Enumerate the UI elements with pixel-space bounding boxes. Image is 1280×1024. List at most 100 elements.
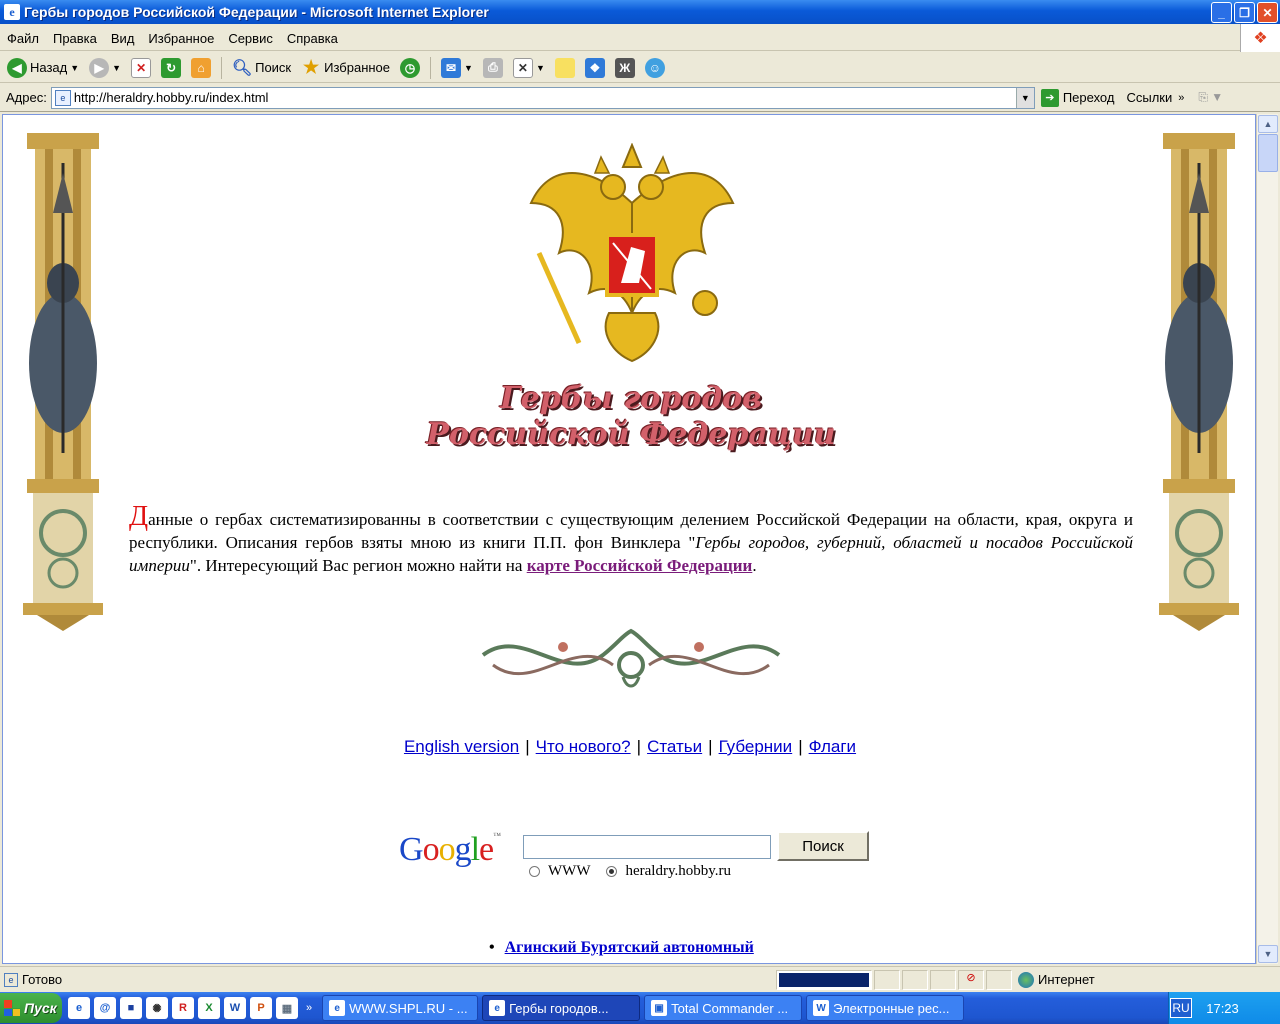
- save-quicklaunch-icon[interactable]: ■: [120, 997, 142, 1019]
- refresh-button[interactable]: ↻: [158, 55, 184, 81]
- messenger-icon: ☺: [644, 57, 665, 78]
- start-button[interactable]: Пуск: [0, 993, 62, 1023]
- search-button[interactable]: 🔍︎ Поиск: [229, 55, 294, 81]
- google-logo: Google™: [399, 831, 501, 868]
- vertical-scrollbar[interactable]: ▲ ▼: [1256, 114, 1278, 964]
- gear-quicklaunch-icon[interactable]: ✺: [146, 997, 168, 1019]
- menu-file[interactable]: Файл: [0, 31, 46, 46]
- menu-help[interactable]: Справка: [280, 31, 345, 46]
- menu-edit[interactable]: Правка: [46, 31, 104, 46]
- google-search-input[interactable]: [523, 835, 771, 859]
- radio-www[interactable]: [529, 866, 540, 877]
- link-provinces[interactable]: Губернии: [719, 737, 793, 756]
- radio-site[interactable]: [606, 866, 618, 877]
- page-icon: e: [54, 89, 71, 106]
- ie-quicklaunch-icon[interactable]: e: [68, 997, 90, 1019]
- research-button[interactable]: ❖: [582, 55, 608, 81]
- link-whats-new[interactable]: Что нового?: [536, 737, 631, 756]
- mail-icon: ✉: [441, 57, 462, 78]
- task-electronic-resources[interactable]: W Электронные рес...: [806, 995, 965, 1021]
- back-button[interactable]: ◀ Назад ▼: [4, 55, 82, 81]
- minimize-button[interactable]: _: [1211, 2, 1232, 23]
- right-column-ornament: [1153, 133, 1245, 631]
- intro-text-2: ". Интересующий Вас регион можно найти н…: [189, 556, 527, 575]
- powerpoint-quicklaunch-icon[interactable]: P: [250, 997, 272, 1019]
- page-viewport: Гербы городов Российской Федерации Данны…: [2, 114, 1256, 964]
- word-quicklaunch-icon[interactable]: W: [224, 997, 246, 1019]
- region-link[interactable]: Агинский Бурятский автономный: [505, 939, 754, 956]
- printer-icon: ⎙: [482, 57, 503, 78]
- scroll-thumb[interactable]: [1258, 134, 1278, 172]
- maximize-button[interactable]: ❐: [1234, 2, 1255, 23]
- mail-button[interactable]: ✉ ▼: [438, 55, 476, 81]
- forward-button[interactable]: ▶ ▼: [86, 55, 124, 81]
- heading-line-2: Российской Федерации: [426, 417, 836, 452]
- divider-ornament: [473, 625, 789, 699]
- stop-button[interactable]: ✕: [128, 55, 154, 81]
- menu-favorites[interactable]: Избранное: [141, 31, 221, 46]
- history-icon: ◷: [400, 57, 421, 78]
- edit-icon: ✕: [512, 57, 533, 78]
- status-panel: [902, 969, 928, 990]
- address-input[interactable]: e http://heraldry.hobby.ru/index.html ▼: [50, 86, 1035, 109]
- print-button[interactable]: ⎙: [480, 55, 506, 81]
- scroll-up-icon[interactable]: ▲: [1258, 115, 1278, 133]
- task-label: Электронные рес...: [833, 1000, 950, 1016]
- link-flags[interactable]: Флаги: [809, 737, 856, 756]
- task-label: Total Commander ...: [671, 1000, 789, 1016]
- home-button[interactable]: ⌂: [188, 55, 214, 81]
- page-heading: Гербы городов Российской Федерации: [403, 381, 859, 453]
- ie-icon: e: [4, 4, 20, 20]
- word-task-icon: W: [813, 1000, 830, 1016]
- left-column-ornament: [17, 133, 109, 631]
- windows-flag-icon: [4, 1000, 20, 1016]
- home-icon: ⌂: [191, 57, 212, 78]
- address-dropdown-icon[interactable]: ▼: [1015, 87, 1034, 108]
- taskbar: Пуск e @ ■ ✺ R X W P ▦ » e WWW.SHPL.RU -…: [0, 992, 1280, 1024]
- calculator-quicklaunch-icon[interactable]: ▦: [276, 997, 298, 1019]
- messenger-button[interactable]: ☺: [642, 55, 668, 81]
- status-text: Готово: [22, 972, 63, 987]
- mail-dropdown-icon[interactable]: ▼: [464, 63, 473, 73]
- link-english-version[interactable]: English version: [404, 737, 519, 756]
- task-shpl[interactable]: e WWW.SHPL.RU - ...: [322, 995, 479, 1021]
- discuss-button[interactable]: [552, 55, 578, 81]
- edit-button[interactable]: ✕ ▼: [510, 55, 548, 81]
- star-icon: ★: [303, 57, 320, 77]
- language-indicator[interactable]: RU: [1170, 998, 1192, 1018]
- toolbar-separator: [221, 56, 223, 79]
- menu-tools[interactable]: Сервис: [221, 31, 280, 46]
- back-dropdown-icon[interactable]: ▼: [70, 63, 79, 73]
- forward-dropdown-icon[interactable]: ▼: [112, 63, 121, 73]
- nav-separator: |: [636, 737, 642, 756]
- scroll-down-icon[interactable]: ▼: [1258, 945, 1278, 963]
- chevron-right-icon[interactable]: »: [306, 1002, 312, 1014]
- back-arrow-icon: ◀: [7, 57, 27, 78]
- favorites-label: Избранное: [324, 60, 391, 75]
- links-button[interactable]: Ссылки: [1126, 90, 1172, 105]
- r-app-quicklaunch-icon[interactable]: R: [172, 997, 194, 1019]
- toolbar-separator: [430, 56, 432, 79]
- popup-blocked-icon[interactable]: ⊘: [958, 969, 984, 990]
- ie-task-icon: e: [329, 1000, 346, 1016]
- map-link[interactable]: карте Российской Федерации: [527, 556, 753, 575]
- task-total-commander[interactable]: ▣ Total Commander ...: [644, 995, 803, 1021]
- edit-dropdown-icon[interactable]: ▼: [536, 63, 545, 73]
- excel-quicklaunch-icon[interactable]: X: [198, 997, 220, 1019]
- forward-arrow-icon: ▶: [89, 57, 110, 78]
- tool-button[interactable]: Ж: [612, 55, 638, 81]
- favorites-button[interactable]: ★ Избранное: [298, 55, 393, 81]
- history-button[interactable]: ◷: [397, 55, 423, 81]
- chevron-right-icon[interactable]: »: [1178, 92, 1184, 104]
- toolbar-extra-icon[interactable]: ⎘ ▼: [1198, 90, 1223, 105]
- close-button[interactable]: ✕: [1257, 2, 1278, 23]
- menu-view[interactable]: Вид: [104, 31, 142, 46]
- google-search-button[interactable]: Поиск: [777, 831, 869, 861]
- note-icon: [554, 57, 575, 78]
- ie-task-icon: e: [489, 1000, 506, 1016]
- link-articles[interactable]: Статьи: [647, 737, 702, 756]
- go-button[interactable]: ➔ Переход: [1040, 88, 1114, 107]
- status-panel: [930, 969, 956, 990]
- task-heraldry[interactable]: e Гербы городов...: [482, 995, 641, 1021]
- ie-alt-quicklaunch-icon[interactable]: @: [94, 997, 116, 1019]
